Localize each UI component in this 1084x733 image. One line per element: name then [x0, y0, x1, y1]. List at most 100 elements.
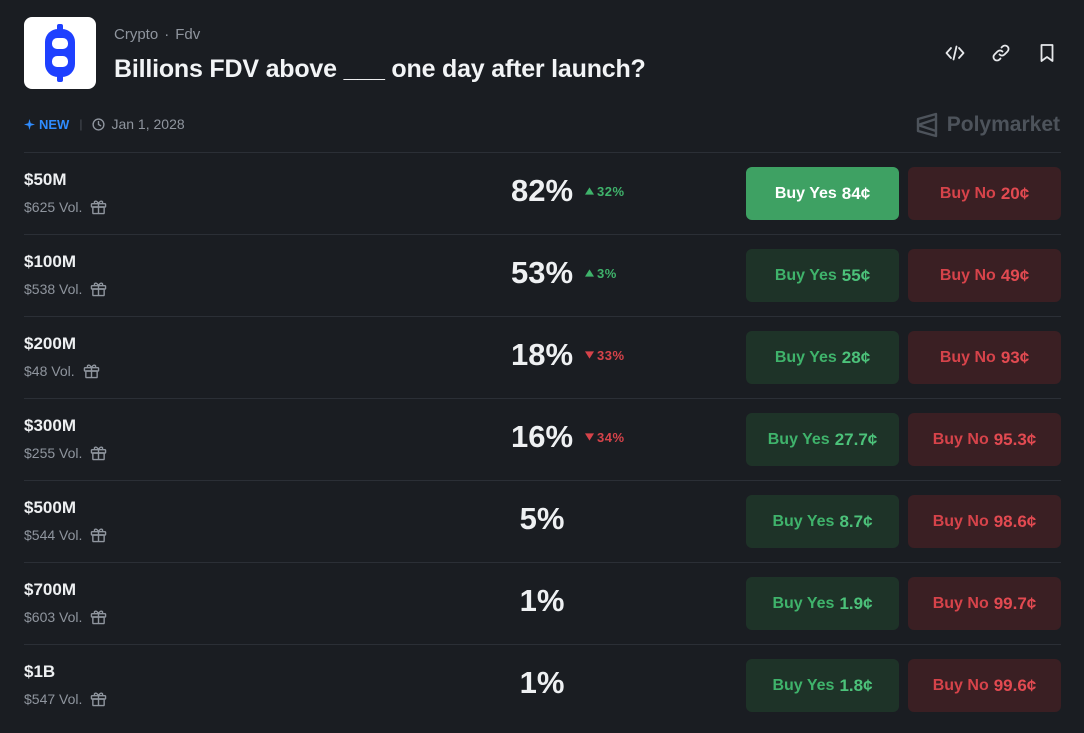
market-row[interactable]: $300M $255 Vol. 16% 34% Buy Yes 27.7¢ Buy No 95… — [24, 398, 1061, 480]
buy-yes-price: 8.7¢ — [839, 511, 873, 531]
arrow-down-icon — [585, 433, 594, 441]
outcome-label[interactable]: $100M — [24, 252, 76, 272]
buy-yes-button[interactable]: Buy Yes 84¢ — [746, 167, 899, 220]
buy-yes-button[interactable]: Buy Yes 1.8¢ — [746, 659, 899, 712]
outcome-label[interactable]: $700M — [24, 580, 76, 600]
buy-yes-label: Buy Yes — [774, 348, 837, 366]
arrow-down-icon — [585, 351, 594, 359]
buy-yes-label: Buy Yes — [772, 512, 835, 530]
market-row[interactable]: $200M $48 Vol. 18% 33% Buy Yes 28¢ Buy No 93¢ — [24, 316, 1061, 398]
buy-no-label: Buy No — [932, 430, 989, 448]
buy-yes-button[interactable]: Buy Yes 8.7¢ — [746, 495, 899, 548]
buy-no-price: 93¢ — [1000, 347, 1030, 367]
change-indicator: 34% — [585, 430, 625, 445]
probability-value: 5% — [519, 501, 565, 536]
bookmark-icon — [1040, 44, 1054, 62]
buy-yes-label: Buy Yes — [774, 266, 837, 284]
probability: 53% 3% — [509, 255, 709, 291]
new-badge: NEW — [24, 117, 69, 132]
market-row[interactable]: $500M $544 Vol. 5% Buy Yes 8.7¢ Buy No 98.6¢ — [24, 480, 1061, 562]
volume-info: $544 Vol. — [24, 527, 107, 543]
probability: 1% — [509, 583, 709, 619]
breadcrumb-separator: · — [164, 26, 170, 43]
buy-no-button[interactable]: Buy No 99.7¢ — [908, 577, 1061, 630]
outcome-label[interactable]: $50M — [24, 170, 67, 190]
probability-value: 18% — [510, 337, 574, 372]
gift-icon — [91, 446, 107, 461]
volume-info: $603 Vol. — [24, 609, 107, 625]
buy-yes-price: 27.7¢ — [834, 429, 878, 449]
buy-yes-button[interactable]: Buy Yes 1.9¢ — [746, 577, 899, 630]
volume-text: $544 Vol. — [24, 527, 83, 543]
probability: 1% — [509, 665, 709, 701]
arrow-up-icon — [585, 269, 594, 277]
gift-icon — [91, 282, 107, 297]
gift-icon — [91, 610, 107, 625]
buy-no-button[interactable]: Buy No 98.6¢ — [908, 495, 1061, 548]
buy-yes-label: Buy Yes — [767, 430, 830, 448]
buy-yes-price: 1.8¢ — [839, 675, 873, 695]
change-value: 3% — [597, 265, 617, 281]
market-row[interactable]: $700M $603 Vol. 1% Buy Yes 1.9¢ Buy No 99.7¢ — [24, 562, 1061, 644]
market-row[interactable]: $1B $547 Vol. 1% Buy Yes 1.8¢ Buy No 99.6¢ — [24, 644, 1061, 726]
buy-yes-button[interactable]: Buy Yes 55¢ — [746, 249, 899, 302]
probability-value: 53% — [510, 255, 574, 290]
outcome-label[interactable]: $500M — [24, 498, 76, 518]
buy-yes-button[interactable]: Buy Yes 28¢ — [746, 331, 899, 384]
buy-yes-price: 1.9¢ — [839, 593, 873, 613]
buy-no-button[interactable]: Buy No 93¢ — [908, 331, 1061, 384]
buy-no-label: Buy No — [932, 512, 989, 530]
outcome-label[interactable]: $1B — [24, 662, 55, 682]
brand-name: Polymarket — [946, 113, 1060, 136]
change-indicator: 33% — [585, 348, 625, 363]
change-indicator: 3% — [585, 266, 617, 281]
buy-yes-price: 55¢ — [841, 265, 871, 285]
buy-yes-button[interactable]: Buy Yes 27.7¢ — [746, 413, 899, 466]
volume-info: $625 Vol. — [24, 199, 107, 215]
change-value: 34% — [597, 429, 625, 445]
end-date-text: Jan 1, 2028 — [111, 116, 185, 132]
market-row[interactable]: $50M $625 Vol. 82% 32% Buy Yes 84¢ Buy No 20¢ — [24, 152, 1061, 234]
buy-no-label: Buy No — [932, 594, 989, 612]
market-logo — [24, 17, 96, 89]
buy-yes-price: 84¢ — [841, 183, 871, 203]
outcome-label[interactable]: $200M — [24, 334, 76, 354]
buy-no-label: Buy No — [939, 184, 996, 202]
gift-icon — [91, 528, 107, 543]
market-meta: NEW | Jan 1, 2028 — [24, 116, 185, 132]
buy-yes-label: Buy Yes — [772, 594, 835, 612]
volume-text: $255 Vol. — [24, 445, 83, 461]
volume-text: $625 Vol. — [24, 199, 83, 215]
copy-link-button[interactable] — [988, 40, 1014, 66]
sparkle-icon — [24, 118, 35, 130]
billions-logo-icon — [45, 24, 75, 82]
breadcrumb-category[interactable]: Crypto — [114, 26, 158, 43]
buy-no-button[interactable]: Buy No 20¢ — [908, 167, 1061, 220]
bookmark-button[interactable] — [1034, 40, 1060, 66]
buy-no-price: 95.3¢ — [993, 429, 1037, 449]
polymarket-logo-icon — [916, 112, 937, 138]
markets-list: $50M $625 Vol. 82% 32% Buy Yes 84¢ Buy No 20¢ $1… — [24, 152, 1061, 726]
change-value: 32% — [597, 183, 625, 199]
buy-no-price: 99.7¢ — [993, 593, 1037, 613]
buy-no-button[interactable]: Buy No 49¢ — [908, 249, 1061, 302]
buy-no-button[interactable]: Buy No 95.3¢ — [908, 413, 1061, 466]
breadcrumb-subcategory[interactable]: Fdv — [175, 26, 200, 43]
probability: 16% 34% — [509, 419, 709, 455]
gift-icon — [83, 364, 99, 379]
embed-code-button[interactable] — [942, 40, 968, 66]
meta-divider: | — [79, 117, 83, 131]
gift-icon — [91, 692, 107, 707]
volume-info: $547 Vol. — [24, 691, 107, 707]
clock-icon — [92, 117, 106, 131]
volume-text: $603 Vol. — [24, 609, 83, 625]
buy-yes-label: Buy Yes — [772, 676, 835, 694]
probability: 82% 32% — [509, 173, 709, 209]
buy-yes-label: Buy Yes — [774, 184, 837, 202]
arrow-up-icon — [585, 187, 594, 195]
buy-no-label: Buy No — [939, 348, 996, 366]
buy-no-button[interactable]: Buy No 99.6¢ — [908, 659, 1061, 712]
volume-info: $538 Vol. — [24, 281, 107, 297]
market-row[interactable]: $100M $538 Vol. 53% 3% Buy Yes 55¢ Buy No 49¢ — [24, 234, 1061, 316]
outcome-label[interactable]: $300M — [24, 416, 76, 436]
